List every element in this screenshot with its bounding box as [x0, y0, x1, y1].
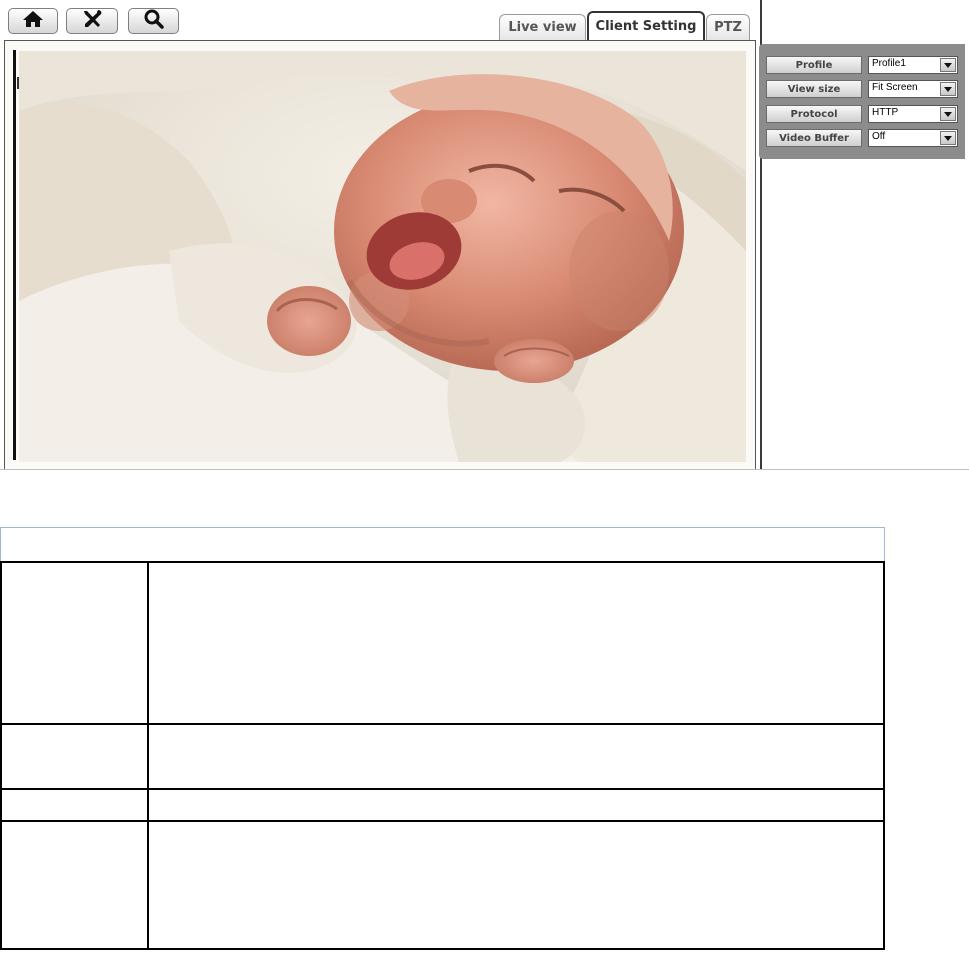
- profile-label-button[interactable]: Profile: [766, 56, 862, 74]
- search-button[interactable]: [128, 8, 179, 34]
- table-row: [0, 790, 885, 821]
- table-cell: [0, 563, 149, 724]
- view-size-select-value: Fit Screen: [872, 82, 918, 93]
- profile-select-value: Profile1: [872, 58, 906, 69]
- chevron-down-icon[interactable]: [940, 107, 956, 121]
- description-table: [0, 527, 885, 951]
- table-rule: [0, 948, 885, 950]
- home-icon: [22, 10, 44, 32]
- video-buffer-select-value: Off: [872, 131, 886, 142]
- table-cell: [0, 822, 149, 950]
- protocol-label-button[interactable]: Protocol: [766, 105, 862, 123]
- tools-icon: [80, 9, 104, 33]
- camera-feed-image: [19, 51, 746, 462]
- chevron-down-icon[interactable]: [940, 58, 956, 72]
- search-icon: [143, 9, 165, 33]
- protocol-select[interactable]: HTTP: [868, 105, 958, 123]
- chevron-down-icon[interactable]: [940, 131, 956, 145]
- protocol-setting-row: Protocol HTTP: [766, 105, 958, 123]
- table-cell: [149, 822, 885, 950]
- video-buffer-setting-row: Video Buffer Off: [766, 129, 958, 147]
- table-cell: [0, 790, 149, 821]
- chevron-down-icon[interactable]: [940, 82, 956, 96]
- viewer-bottom-line: [0, 469, 969, 470]
- tab-client-setting[interactable]: Client Setting: [587, 11, 705, 40]
- table-row: [0, 725, 885, 789]
- profile-select[interactable]: Profile1: [868, 56, 958, 74]
- view-size-setting-row: View size Fit Screen: [766, 80, 958, 98]
- table-cell: [149, 725, 885, 789]
- table-cell: [149, 790, 885, 821]
- video-buffer-select[interactable]: Off: [868, 129, 958, 147]
- table-cell: [149, 563, 885, 724]
- client-settings-panel: Profile Profile1 View size Fit Screen Pr…: [759, 44, 965, 159]
- table-row: [0, 822, 885, 950]
- profile-setting-row: Profile Profile1: [766, 56, 958, 74]
- view-size-label-button[interactable]: View size: [766, 80, 862, 98]
- tab-live-view[interactable]: Live view: [499, 14, 586, 40]
- video-buffer-label-button[interactable]: Video Buffer: [766, 129, 862, 147]
- table-cell: [0, 725, 149, 789]
- view-size-select[interactable]: Fit Screen: [868, 80, 958, 98]
- tab-ptz[interactable]: PTZ: [706, 14, 750, 40]
- table-row: [0, 563, 885, 724]
- home-button[interactable]: [8, 8, 58, 34]
- video-edge: [13, 50, 16, 460]
- settings-tools-button[interactable]: [66, 8, 118, 34]
- protocol-select-value: HTTP: [872, 107, 899, 118]
- table-header: [0, 527, 885, 562]
